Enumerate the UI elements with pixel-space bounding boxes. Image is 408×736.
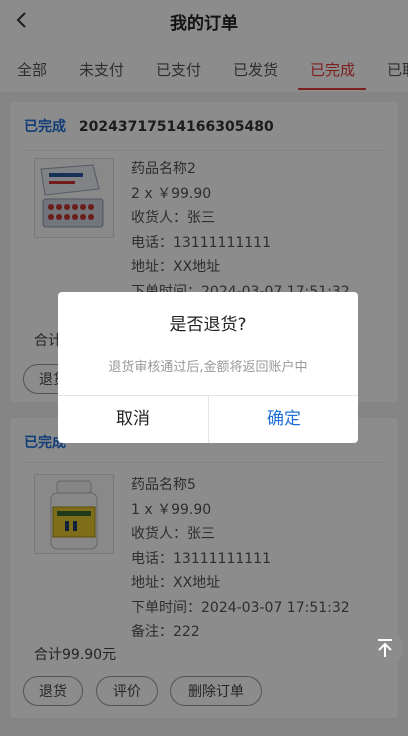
confirm-button[interactable]: 确定: [209, 396, 358, 443]
back-to-top-button[interactable]: [366, 629, 404, 667]
dialog-title: 是否退货?: [169, 315, 247, 335]
dialog-message: 退货审核通过后,金额将返回账户中: [108, 360, 308, 375]
cancel-button[interactable]: 取消: [58, 396, 208, 443]
return-confirm-dialog: 是否退货? 退货审核通过后,金额将返回账户中 取消 确定: [58, 292, 358, 443]
arrow-up-icon: [378, 639, 392, 657]
